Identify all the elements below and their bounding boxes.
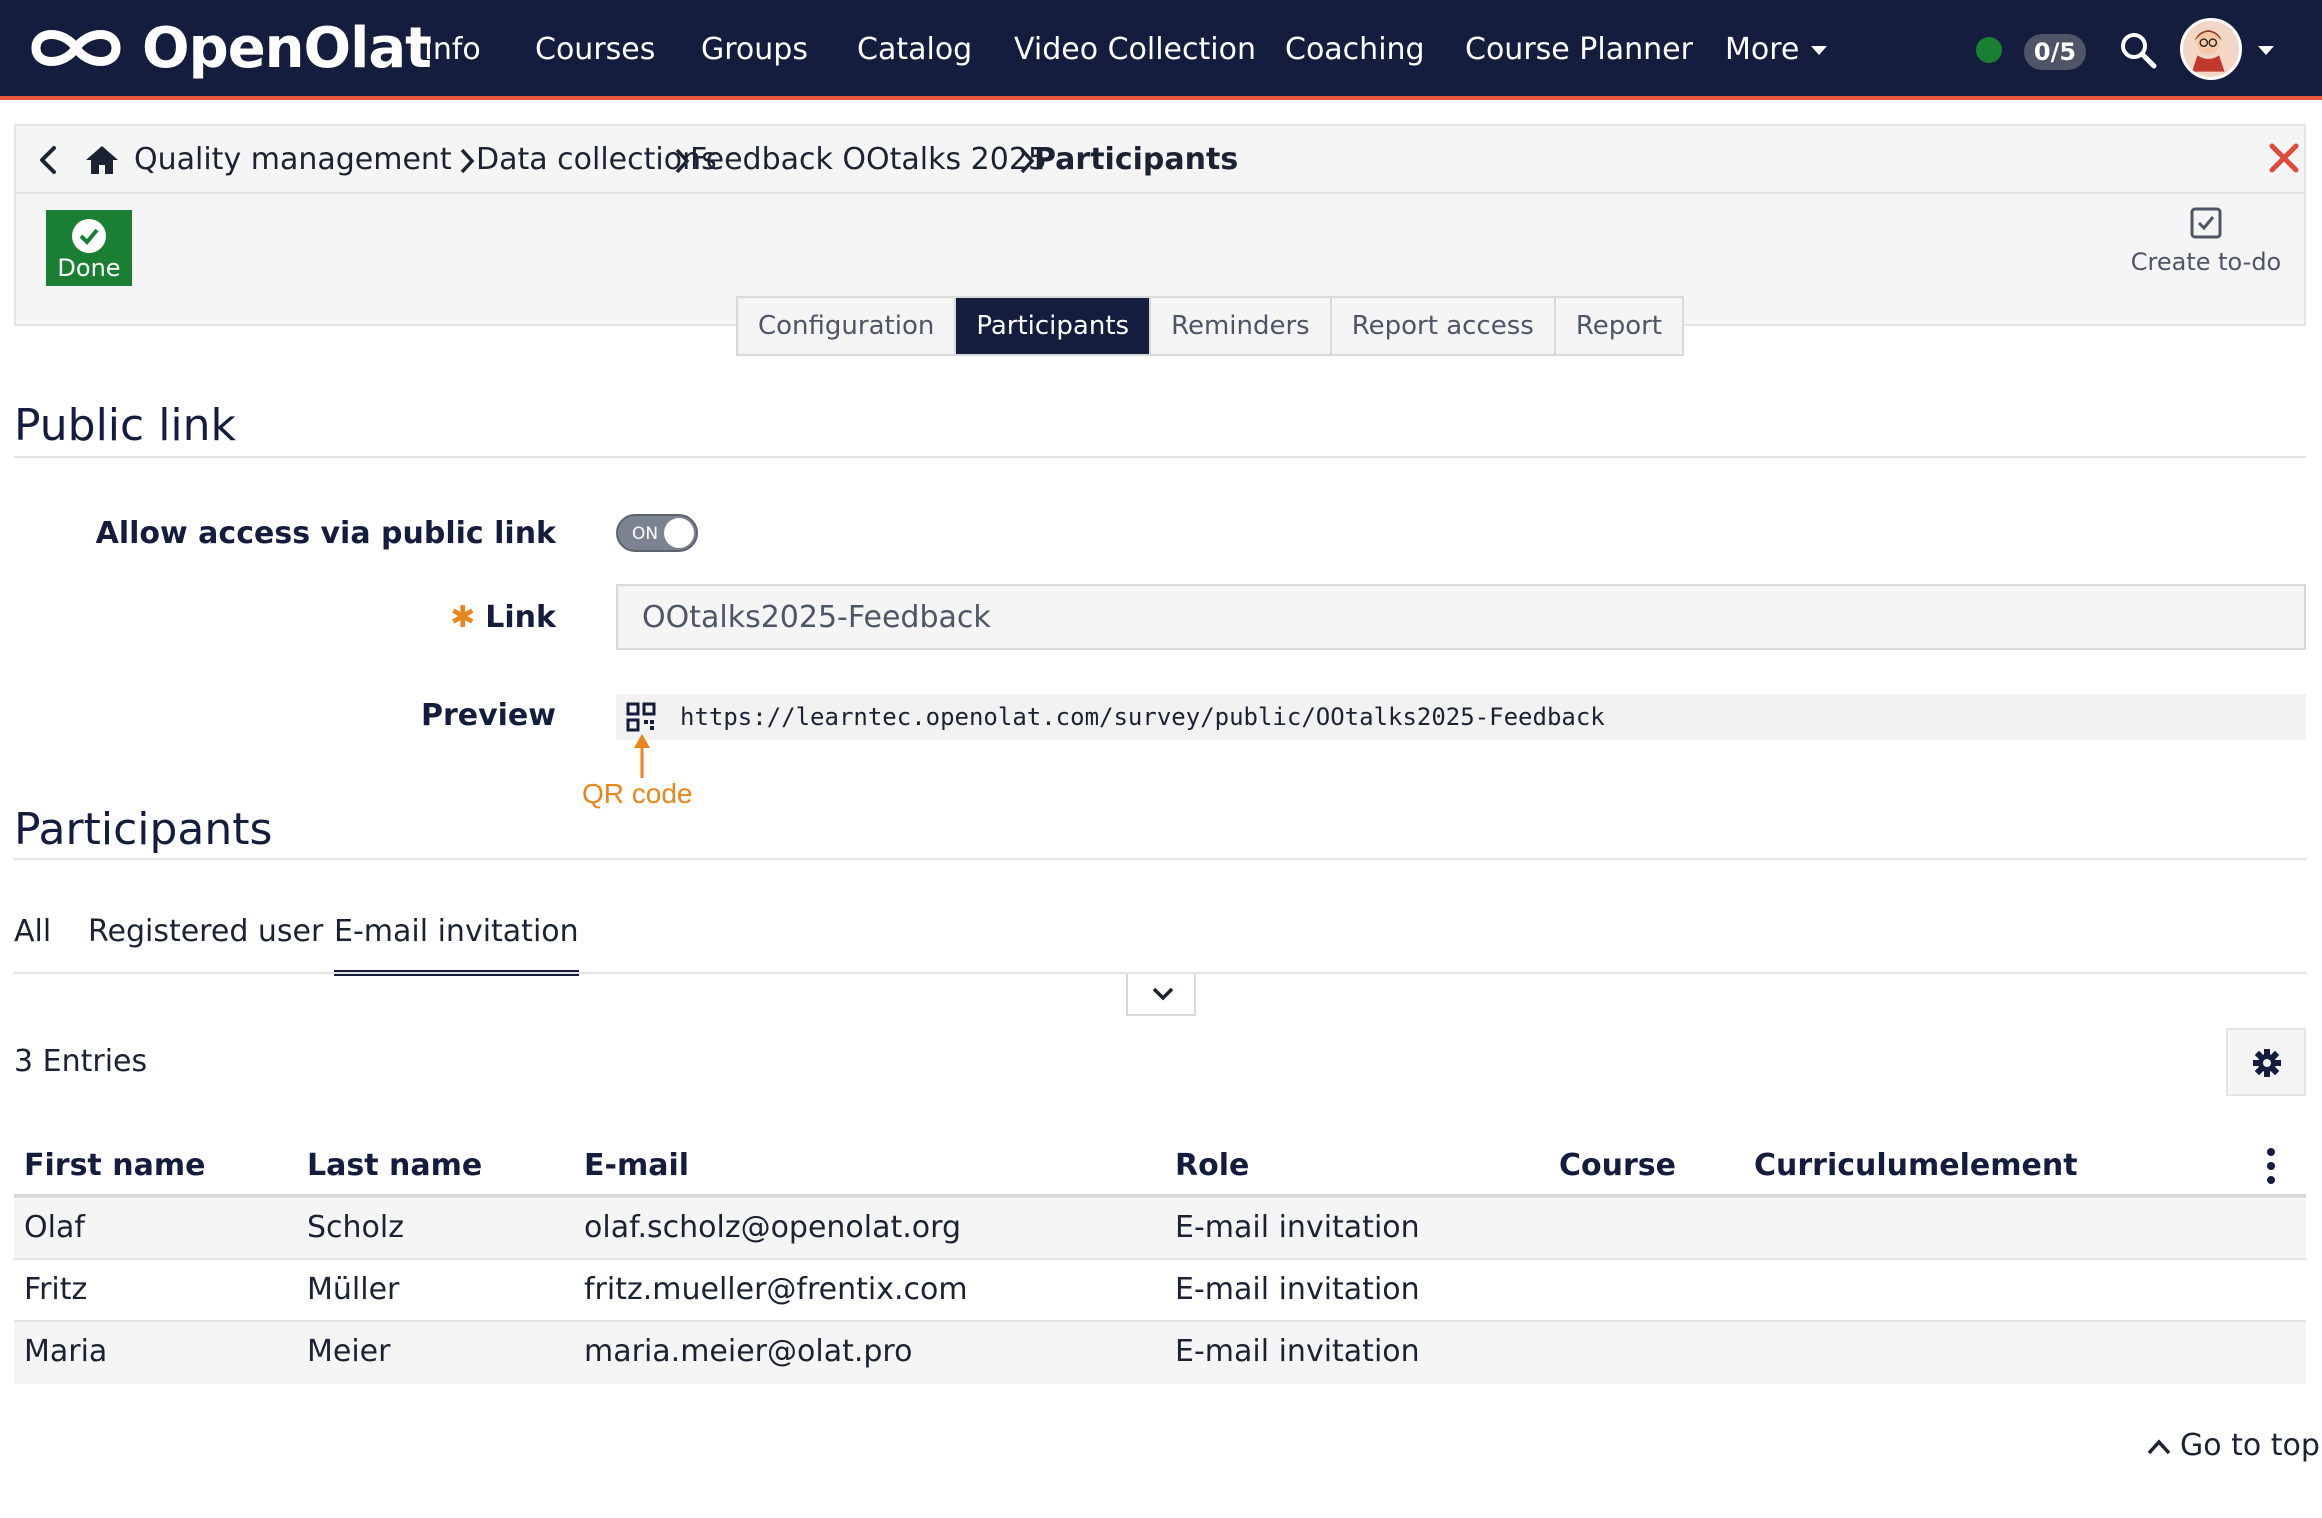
crumb-quality-management[interactable]: Quality management [134, 142, 452, 178]
nav-more[interactable]: More [1725, 30, 1828, 70]
avatar-face-icon [2192, 30, 2225, 72]
entries-count: 3 Entries [14, 1044, 148, 1079]
participants-title: Participants [14, 804, 273, 855]
cell-role: E-mail invitation [1175, 1210, 1420, 1245]
todo-checkbox-icon [2190, 207, 2222, 239]
subtab-email-invitation[interactable]: E-mail invitation [334, 912, 579, 976]
tab-report-access[interactable]: Report access [1332, 298, 1556, 354]
nav-catalog[interactable]: Catalog [857, 30, 972, 70]
openolat-logo[interactable]: OpenOlat [20, 14, 432, 82]
main-tabs: Configuration Participants Reminders Rep… [736, 296, 1685, 356]
caret-down-icon [1811, 46, 1828, 55]
annotation-arrow-icon [634, 734, 650, 778]
user-avatar[interactable] [2180, 18, 2242, 80]
column-curriculum-element[interactable]: Curriculumelement [1754, 1148, 2078, 1184]
nav-course-planner[interactable]: Course Planner [1465, 30, 1693, 70]
column-options-kebab-icon[interactable] [2264, 1146, 2278, 1186]
participants-table: First name Last name E-mail Role Course … [14, 1136, 2306, 1384]
done-button[interactable]: Done [46, 210, 132, 286]
link-label-text: Link [485, 600, 556, 635]
cell-email: fritz.mueller@frentix.com [584, 1272, 968, 1307]
breadcrumb-separator-icon [1020, 148, 1035, 174]
chevron-down-icon [1152, 987, 1174, 1001]
go-to-top-link[interactable]: Go to top [2146, 1426, 2320, 1466]
breadcrumb-separator-icon [460, 148, 475, 174]
tab-participants[interactable]: Participants [956, 298, 1152, 354]
home-icon[interactable] [84, 144, 120, 176]
column-last-name[interactable]: Last name [307, 1148, 482, 1184]
preview-box: https://learntec.openolat.com/survey/pub… [616, 694, 2306, 740]
breadcrumb: Quality management Data collections Feed… [16, 126, 2304, 194]
search-icon[interactable] [2118, 30, 2158, 70]
subtab-registered-user[interactable]: Registered user [88, 912, 323, 952]
divider [14, 456, 2306, 458]
nav-more-label: More [1725, 32, 1800, 67]
cell-first-name: Maria [24, 1334, 108, 1369]
cell-last-name: Scholz [307, 1210, 404, 1245]
link-input[interactable] [616, 584, 2306, 650]
table-row: Maria Meier maria.meier@olat.pro E-mail … [14, 1322, 2306, 1384]
check-circle-icon [72, 219, 106, 253]
allow-public-link-label: Allow access via public link [95, 516, 556, 551]
cell-first-name: Olaf [24, 1210, 85, 1245]
nav-groups[interactable]: Groups [701, 30, 808, 70]
preview-label: Preview [420, 698, 556, 733]
required-asterisk-icon: ✱ [450, 600, 476, 635]
tab-reminders[interactable]: Reminders [1151, 298, 1332, 354]
toggle-knob [664, 518, 694, 548]
notification-badge[interactable]: 0/5 [2024, 34, 2086, 70]
crumb-participants: Participants [1034, 142, 1239, 177]
create-todo-label: Create to-do [2130, 248, 2282, 276]
nav-coaching[interactable]: Coaching [1285, 30, 1425, 70]
back-chevron-icon[interactable] [34, 142, 62, 178]
cell-role: E-mail invitation [1175, 1334, 1420, 1369]
nav-video-collection[interactable]: Video Collection [1014, 30, 1256, 70]
tab-report[interactable]: Report [1556, 298, 1682, 354]
cell-last-name: Meier [307, 1334, 391, 1369]
breadcrumb-separator-icon [675, 148, 690, 174]
column-email[interactable]: E-mail [584, 1148, 689, 1184]
cell-first-name: Fritz [24, 1272, 88, 1307]
close-icon[interactable] [2266, 140, 2302, 176]
nav-info[interactable]: Info [424, 30, 481, 70]
toggle-state-label: ON [632, 524, 659, 544]
cell-email: maria.meier@olat.pro [584, 1334, 913, 1369]
subtab-all[interactable]: All [14, 912, 51, 952]
table-settings-button[interactable] [2226, 1028, 2306, 1096]
tab-configuration[interactable]: Configuration [738, 298, 957, 354]
top-navbar: OpenOlat Info Courses Groups Catalog Vid… [0, 0, 2322, 100]
chevron-up-icon [2147, 1438, 2171, 1454]
qr-code-annotation: QR code [582, 778, 693, 809]
link-label: ✱ Link [450, 598, 556, 638]
public-link-toggle[interactable]: ON [616, 514, 698, 552]
column-role[interactable]: Role [1175, 1148, 1249, 1184]
online-status-indicator[interactable] [1976, 37, 2002, 63]
brand-name: OpenOlat [142, 15, 432, 81]
infinity-logo-icon [31, 30, 121, 66]
nav-courses[interactable]: Courses [535, 30, 655, 70]
table-row: Fritz Müller fritz.mueller@frentix.com E… [14, 1260, 2306, 1322]
column-course[interactable]: Course [1559, 1148, 1676, 1184]
user-menu-caret-icon[interactable] [2258, 46, 2274, 55]
preview-url[interactable]: https://learntec.openolat.com/survey/pub… [680, 702, 1605, 732]
crumb-feedback-ootalks[interactable]: Feedback OOtalks 2025 [690, 142, 1047, 178]
public-link-title: Public link [14, 400, 237, 451]
go-to-top-label: Go to top [2180, 1428, 2320, 1463]
table-row: Olaf Scholz olaf.scholz@openolat.org E-m… [14, 1198, 2306, 1260]
divider [14, 858, 2306, 860]
qr-code-icon[interactable] [626, 702, 656, 732]
done-button-label: Done [57, 254, 121, 282]
column-first-name[interactable]: First name [24, 1148, 205, 1184]
cell-last-name: Müller [307, 1272, 400, 1307]
table-header: First name Last name E-mail Role Course … [14, 1136, 2306, 1198]
expand-filters-button[interactable] [1126, 974, 1196, 1016]
cell-role: E-mail invitation [1175, 1272, 1420, 1307]
cell-email: olaf.scholz@openolat.org [584, 1210, 962, 1245]
gear-icon [2253, 1049, 2281, 1077]
create-todo-button[interactable]: Create to-do [2120, 206, 2292, 282]
